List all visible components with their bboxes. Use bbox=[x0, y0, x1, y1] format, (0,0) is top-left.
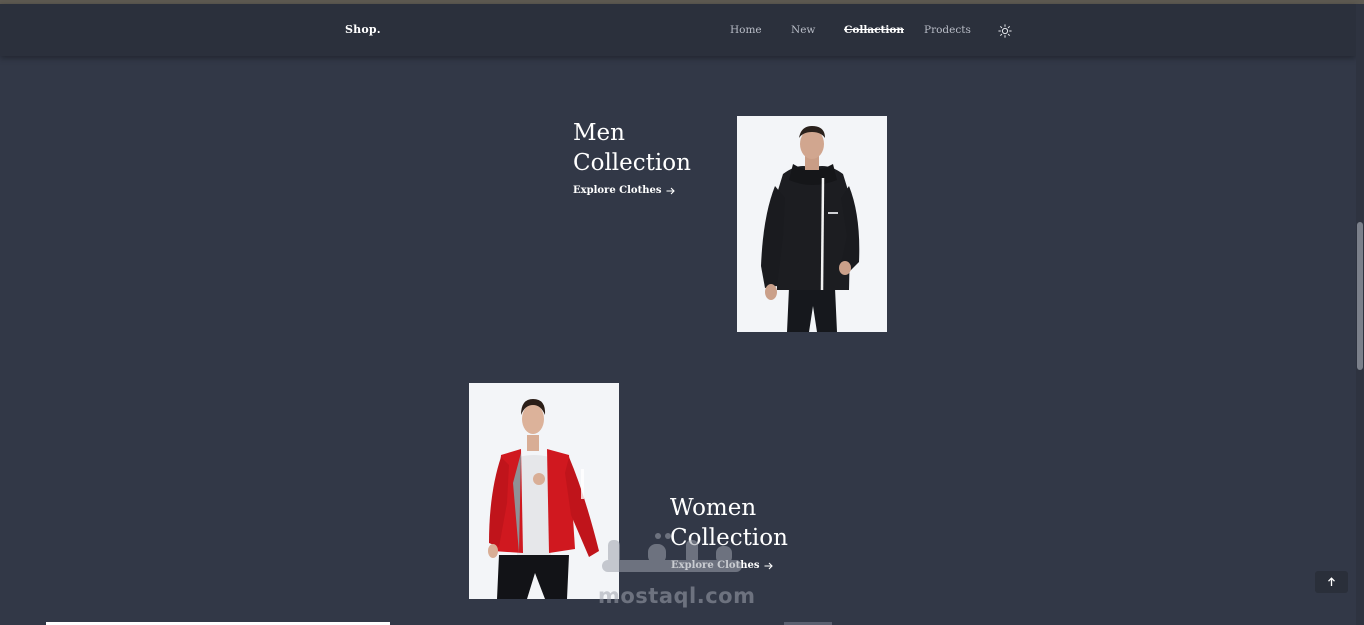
nav-home[interactable]: Home bbox=[730, 24, 762, 36]
mostaql-watermark: mostaql.com bbox=[598, 532, 768, 612]
men-collection-image bbox=[737, 116, 887, 332]
women-collection-image bbox=[469, 383, 619, 599]
men-explore-label: Explore Clothes bbox=[573, 185, 662, 196]
women-title-line1: Women bbox=[670, 495, 757, 521]
page-scrollbar[interactable] bbox=[1356, 4, 1364, 625]
nav-products[interactable]: Prodects bbox=[924, 24, 971, 36]
scrollbar-thumb[interactable] bbox=[1357, 222, 1363, 370]
watermark-text: mostaql.com bbox=[598, 584, 756, 608]
men-collection-title: Men Collection bbox=[573, 118, 691, 178]
men-title-line1: Men bbox=[573, 120, 625, 146]
back-to-top-button[interactable] bbox=[1315, 571, 1348, 593]
logo[interactable]: Shop. bbox=[345, 23, 381, 36]
navbar: Shop. Home New Collaction Prodects bbox=[0, 4, 1356, 56]
arrow-right-icon bbox=[666, 187, 676, 194]
men-explore-link[interactable]: Explore Clothes bbox=[573, 185, 676, 196]
nav-new[interactable]: New bbox=[791, 24, 815, 36]
nav-collection[interactable]: Collaction bbox=[844, 24, 904, 36]
sun-icon[interactable] bbox=[998, 23, 1012, 38]
men-title-line2: Collection bbox=[573, 150, 691, 176]
arrow-up-icon bbox=[1328, 577, 1335, 586]
mostaql-logo bbox=[602, 533, 742, 572]
